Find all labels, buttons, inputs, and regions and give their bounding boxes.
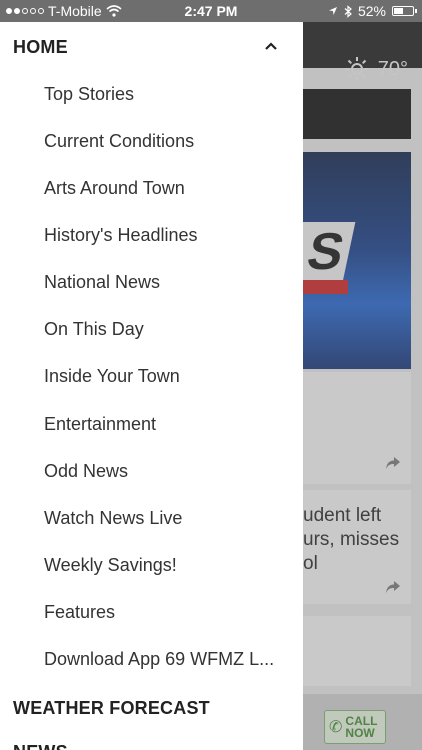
location-icon — [328, 7, 337, 15]
battery-percent: 52% — [357, 3, 386, 19]
status-bar: T-Mobile 2:47 PM 52% — [0, 0, 422, 22]
menu-item[interactable]: Features — [44, 602, 294, 623]
menu-item[interactable]: Current Conditions — [44, 131, 294, 152]
menu-item[interactable]: National News — [44, 272, 294, 293]
menu-item[interactable]: Odd News — [44, 461, 294, 482]
chevron-up-icon[interactable] — [265, 42, 277, 50]
status-right: 52% — [328, 3, 417, 19]
menu-item[interactable]: Weekly Savings! — [44, 555, 294, 576]
menu-item[interactable]: History's Headlines — [44, 225, 294, 246]
section-home-label: HOME — [13, 37, 68, 57]
menu-item[interactable]: Top Stories — [44, 84, 294, 105]
section-weather-label: WEATHER FORECAST — [13, 698, 210, 718]
section-header-news[interactable]: NEWS — [13, 742, 68, 750]
menu-item[interactable]: On This Day — [44, 319, 294, 340]
menu-item[interactable]: Inside Your Town — [44, 366, 294, 387]
menu-item[interactable]: Entertainment — [44, 414, 294, 435]
battery-icon — [392, 6, 417, 16]
drawer-overlay[interactable] — [303, 0, 422, 750]
menu-item[interactable]: Arts Around Town — [44, 178, 294, 199]
menu-item[interactable]: Download App 69 WFMZ L... — [44, 649, 294, 670]
section-header-home[interactable]: HOME — [13, 37, 290, 58]
section-header-weather[interactable]: WEATHER FORECAST — [13, 698, 210, 719]
navigation-drawer: HOME Top Stories Current Conditions Arts A… — [0, 22, 303, 750]
section-news-label: NEWS — [13, 742, 68, 750]
bluetooth-icon — [344, 4, 352, 18]
menu-item[interactable]: Watch News Live — [44, 508, 294, 529]
